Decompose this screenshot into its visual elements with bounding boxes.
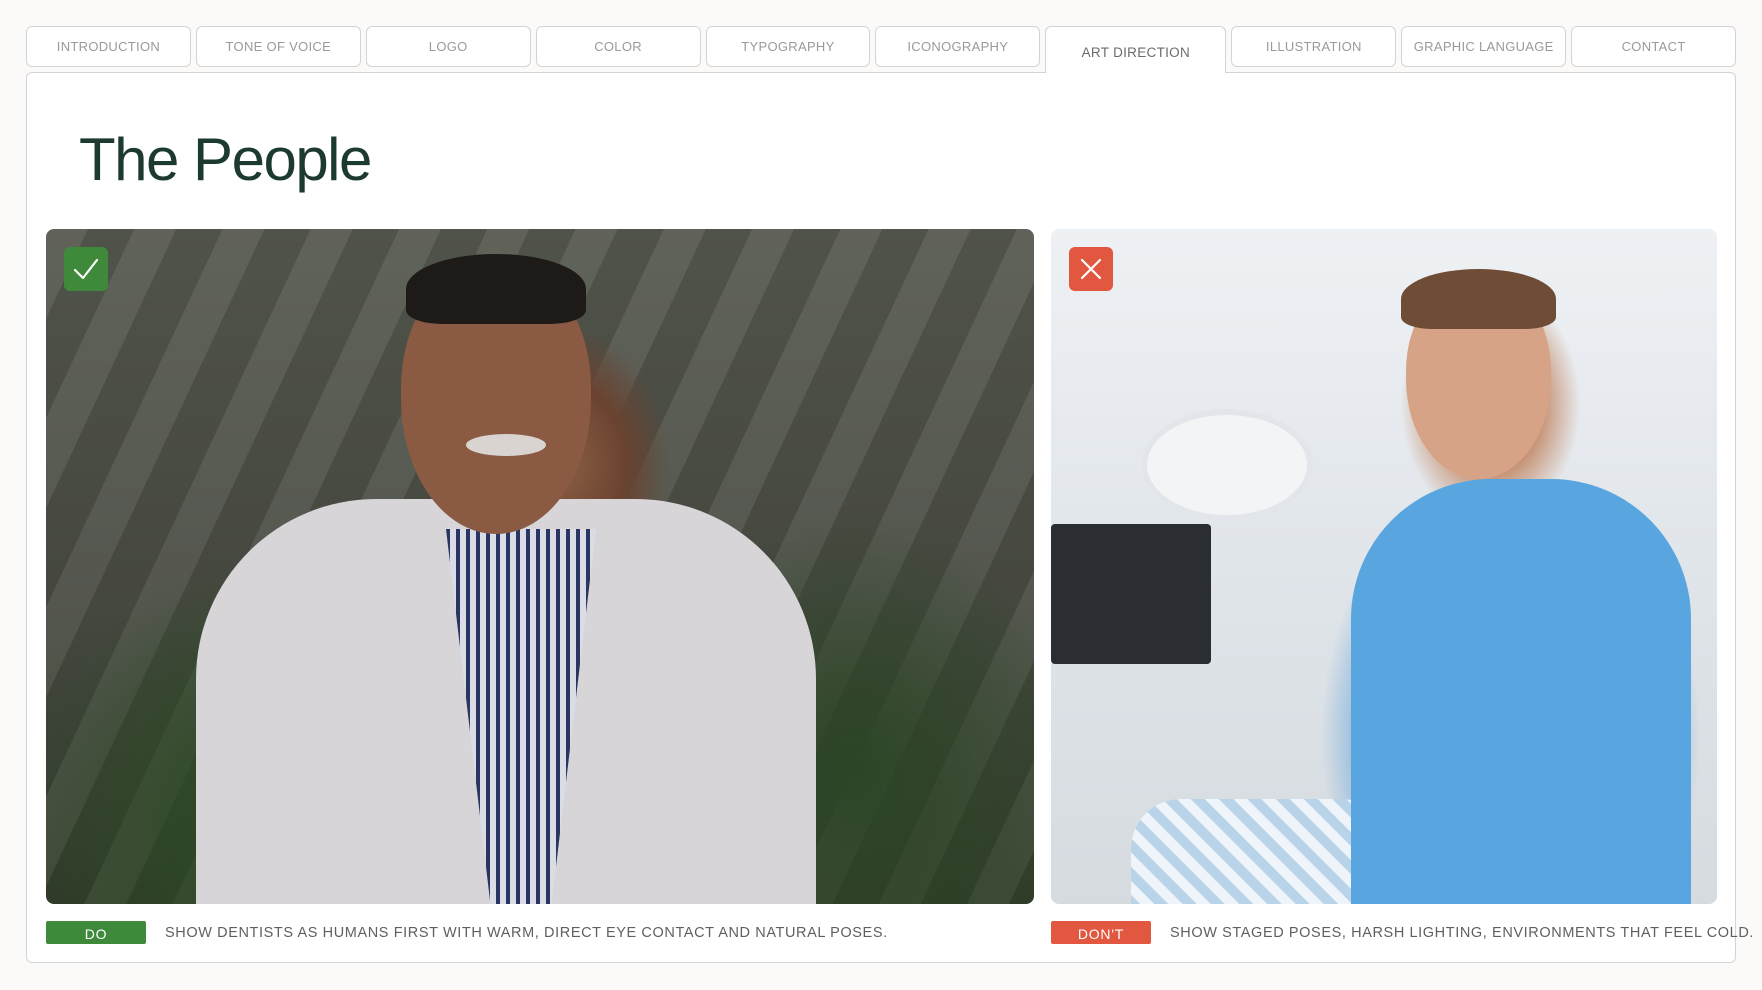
page-title: The People <box>79 126 372 193</box>
tab-tone-of-voice[interactable]: TONE OF VOICE <box>195 26 361 67</box>
checkmark-icon <box>73 258 99 280</box>
tab-introduction[interactable]: INTRODUCTION <box>26 26 191 67</box>
checkmark-badge <box>64 247 108 291</box>
dentist-hair-shape <box>406 254 586 324</box>
tab-iconography[interactable]: ICONOGRAPHY <box>875 26 1041 67</box>
tab-illustration[interactable]: ILLUSTRATION <box>1231 26 1397 67</box>
tab-graphic-language[interactable]: GRAPHIC LANGUAGE <box>1401 26 1567 67</box>
tab-typography[interactable]: TYPOGRAPHY <box>705 26 871 67</box>
do-caption: SHOW DENTISTS AS HUMANS FIRST WITH WARM,… <box>165 925 888 941</box>
dont-caption: SHOW STAGED POSES, HARSH LIGHTING, ENVIR… <box>1170 925 1755 941</box>
blue-scrubs-shape <box>1351 479 1691 904</box>
close-badge <box>1069 247 1113 291</box>
tab-art-direction[interactable]: ART DIRECTION <box>1045 26 1227 73</box>
do-example-photo <box>46 229 1034 904</box>
tab-contact[interactable]: CONTACT <box>1571 26 1737 67</box>
section-tabs: INTRODUCTION TONE OF VOICE LOGO COLOR TY… <box>26 26 1737 73</box>
dont-example-photo <box>1051 229 1717 904</box>
close-icon <box>1080 258 1102 280</box>
moustache-shape <box>466 434 546 456</box>
monitor-shape <box>1051 524 1211 664</box>
tab-color[interactable]: COLOR <box>535 26 701 67</box>
young-dentist-hair-shape <box>1401 269 1556 329</box>
tab-logo[interactable]: LOGO <box>365 26 531 67</box>
dental-lamp-shape <box>1141 409 1313 521</box>
dont-label: DON'T <box>1051 921 1151 944</box>
do-label: DO <box>46 921 146 944</box>
content-panel: The People DO SHOW DENTISTS AS HUMANS FI… <box>26 72 1753 963</box>
